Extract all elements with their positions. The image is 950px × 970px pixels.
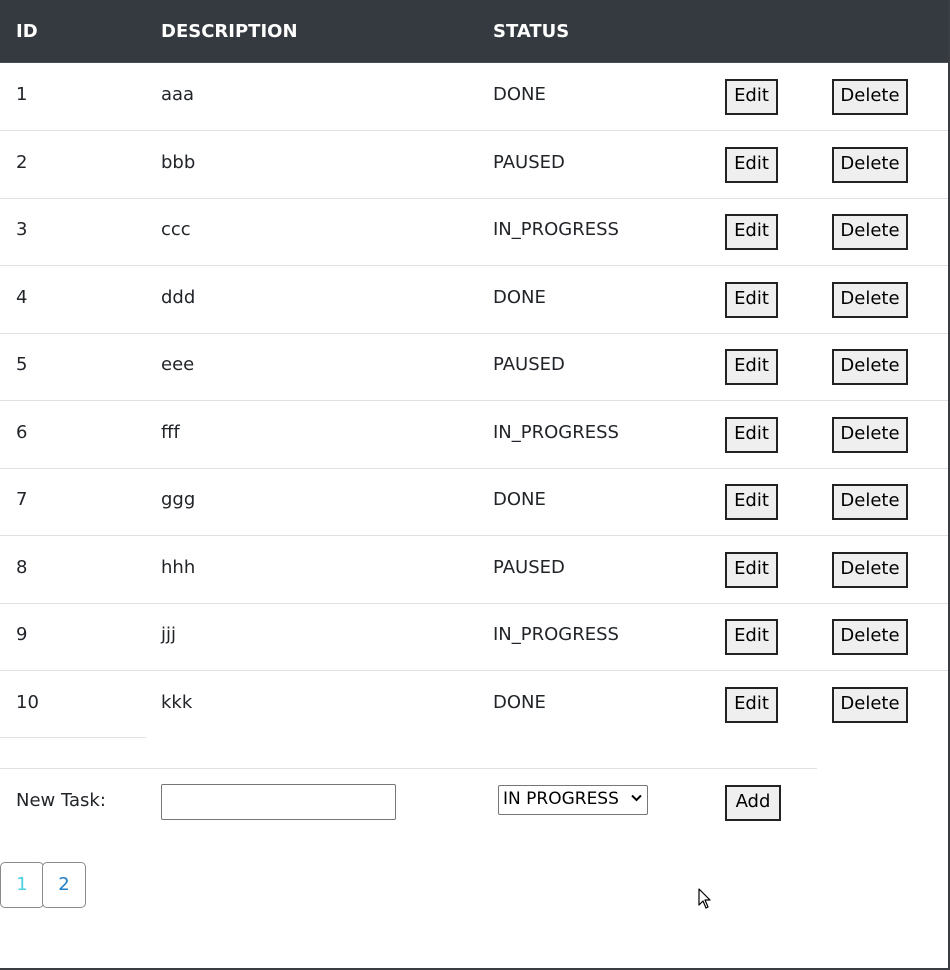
delete-button[interactable]: Delete	[832, 282, 908, 318]
add-button[interactable]: Add	[725, 785, 781, 821]
row-description: aaa	[161, 84, 195, 105]
table-row: 8 hhh PAUSED Edit Delete	[0, 536, 948, 604]
edit-button[interactable]: Edit	[725, 417, 778, 453]
row-id: 5	[16, 354, 28, 375]
delete-button[interactable]: Delete	[832, 619, 908, 655]
row-id: 7	[16, 489, 28, 510]
row-divider	[0, 768, 817, 769]
edit-button[interactable]: Edit	[725, 552, 778, 588]
table-row: 10 kkk DONE Edit Delete	[0, 671, 948, 738]
row-id: 6	[16, 422, 28, 443]
row-description: eee	[161, 354, 195, 375]
delete-button[interactable]: Delete	[832, 147, 908, 183]
header-id: ID	[16, 21, 38, 42]
row-divider	[0, 737, 146, 738]
row-status: IN_PROGRESS	[493, 624, 619, 645]
table-row: 5 eee PAUSED Edit Delete	[0, 333, 948, 401]
edit-button[interactable]: Edit	[725, 214, 778, 250]
chevron-down-icon	[631, 786, 642, 812]
row-id: 10	[16, 692, 39, 713]
table-row: 9 jjj IN_PROGRESS Edit Delete	[0, 603, 948, 671]
row-id: 2	[16, 152, 28, 173]
page-link-2[interactable]: 2	[42, 862, 86, 908]
edit-button[interactable]: Edit	[725, 484, 778, 520]
edit-button[interactable]: Edit	[725, 79, 778, 115]
edit-button[interactable]: Edit	[725, 687, 778, 723]
delete-button[interactable]: Delete	[832, 552, 908, 588]
row-id: 4	[16, 287, 28, 308]
row-description: jjj	[161, 624, 177, 645]
edit-button[interactable]: Edit	[725, 349, 778, 385]
table-row: 2 bbb PAUSED Edit Delete	[0, 131, 948, 199]
row-description: ddd	[161, 287, 196, 308]
edit-button[interactable]: Edit	[725, 282, 778, 318]
row-status: DONE	[493, 692, 546, 713]
table-row: 3 ccc IN_PROGRESS Edit Delete	[0, 198, 948, 266]
delete-button[interactable]: Delete	[832, 214, 908, 250]
table-header: ID DESCRIPTION STATUS	[0, 0, 948, 63]
table-row: 6 fff IN_PROGRESS Edit Delete	[0, 401, 948, 469]
row-id: 1	[16, 84, 28, 105]
row-status: DONE	[493, 489, 546, 510]
delete-button[interactable]: Delete	[832, 417, 908, 453]
page-link-1[interactable]: 1	[0, 862, 44, 908]
row-description: bbb	[161, 152, 196, 173]
row-description: kkk	[161, 692, 193, 713]
row-status: DONE	[493, 84, 546, 105]
row-description: hhh	[161, 557, 196, 578]
table-row: 1 aaa DONE Edit Delete	[0, 63, 948, 131]
row-id: 9	[16, 624, 28, 645]
mouse-pointer-icon	[698, 888, 712, 910]
delete-button[interactable]: Delete	[832, 484, 908, 520]
row-status: DONE	[493, 287, 546, 308]
row-status: IN_PROGRESS	[493, 422, 619, 443]
row-id: 3	[16, 219, 28, 240]
table-row: 7 ggg DONE Edit Delete	[0, 468, 948, 536]
row-description: ccc	[161, 219, 191, 240]
table-row: 4 ddd DONE Edit Delete	[0, 266, 948, 334]
row-description: fff	[161, 422, 180, 443]
new-task-input[interactable]	[161, 784, 396, 820]
row-status: PAUSED	[493, 557, 565, 578]
header-status: STATUS	[493, 21, 570, 42]
header-description: DESCRIPTION	[161, 21, 298, 42]
row-description: ggg	[161, 489, 196, 510]
delete-button[interactable]: Delete	[832, 687, 908, 723]
row-status: IN_PROGRESS	[493, 219, 619, 240]
status-select-value: IN PROGRESS	[503, 789, 619, 809]
row-status: PAUSED	[493, 354, 565, 375]
task-app: ID DESCRIPTION STATUS 1 aaa DONE Edit De…	[0, 0, 950, 970]
delete-button[interactable]: Delete	[832, 79, 908, 115]
edit-button[interactable]: Edit	[725, 619, 778, 655]
new-task-label: New Task:	[16, 790, 106, 811]
row-id: 8	[16, 557, 28, 578]
status-select[interactable]: IN PROGRESS	[498, 785, 648, 815]
edit-button[interactable]: Edit	[725, 147, 778, 183]
row-status: PAUSED	[493, 152, 565, 173]
delete-button[interactable]: Delete	[832, 349, 908, 385]
